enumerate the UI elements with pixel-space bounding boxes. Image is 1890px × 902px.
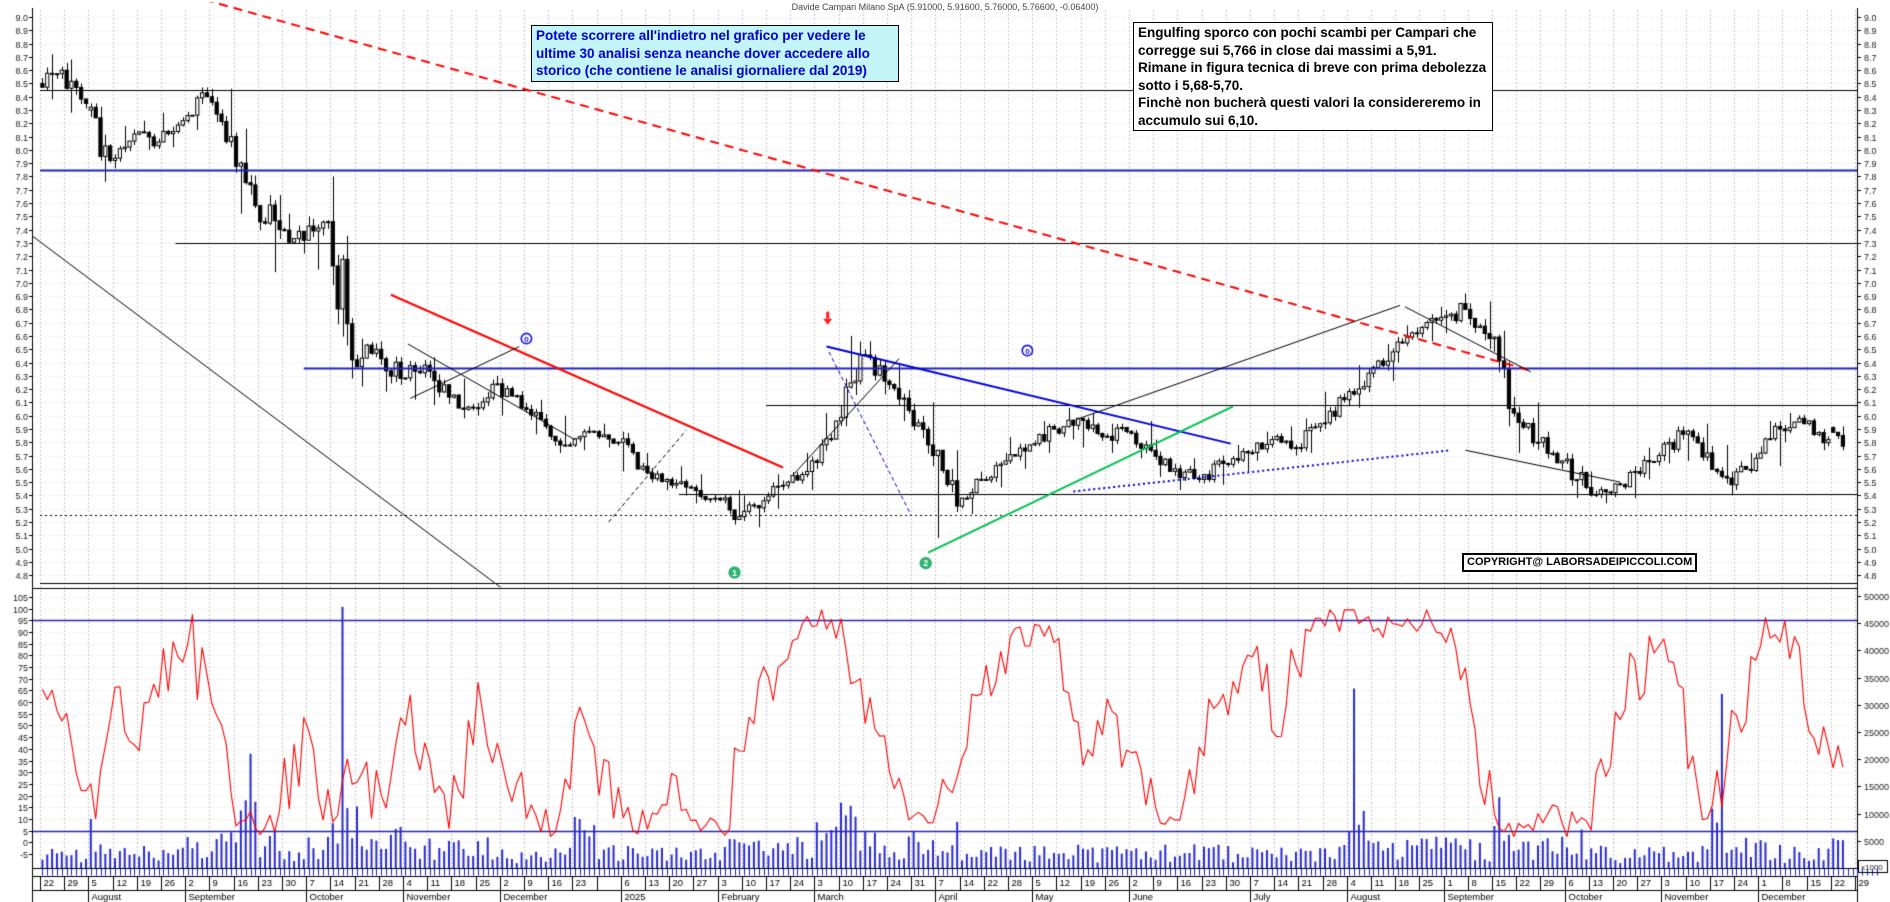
scroll-hint-note: Potete scorrere all'indietro nel grafico… — [531, 25, 899, 82]
copyright-badge: COPYRIGHT@ LABORSADEIPICCOLI.COM — [1462, 553, 1698, 572]
stock-chart-window: Davide Campari Milano SpA (5.91000, 5.91… — [0, 0, 1890, 902]
analysis-note: Engulfing sporco con pochi scambi per Ca… — [1133, 22, 1493, 131]
chart-title: Davide Campari Milano SpA (5.91000, 5.91… — [791, 2, 1099, 12]
price-volume-chart-canvas[interactable] — [0, 0, 1890, 902]
